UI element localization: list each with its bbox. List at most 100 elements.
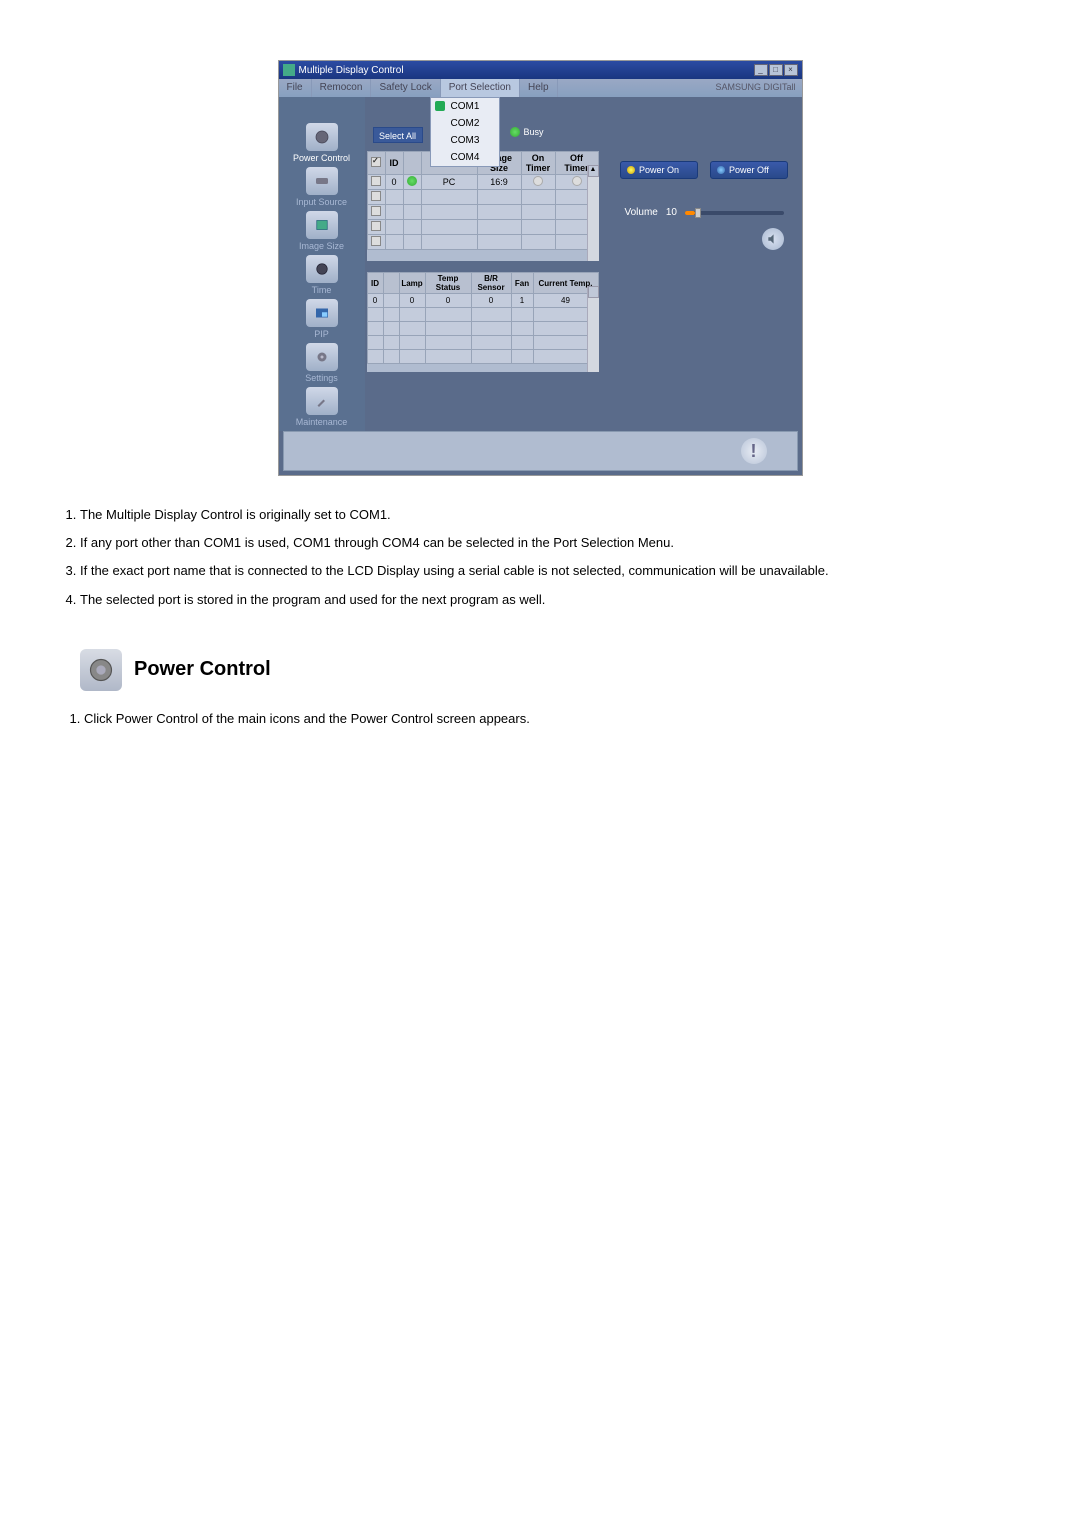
power-control-icon bbox=[80, 649, 122, 691]
sidebar-item-power-control[interactable]: Power Control bbox=[279, 123, 365, 163]
note-item: The Multiple Display Control is original… bbox=[80, 506, 1000, 524]
note-item: If the exact port name that is connected… bbox=[80, 562, 1000, 580]
table-row[interactable] bbox=[367, 350, 598, 364]
scroll-up-button[interactable]: ▲ bbox=[588, 165, 599, 177]
sidebar-item-image-size[interactable]: Image Size bbox=[279, 211, 365, 251]
sidebar-item-input-source[interactable]: Input Source bbox=[279, 167, 365, 207]
sidebar-label: PIP bbox=[314, 329, 329, 339]
grid2-scrollbar[interactable] bbox=[587, 286, 599, 372]
minimize-button[interactable]: _ bbox=[754, 64, 768, 76]
note-item: Click Power Control of the main icons an… bbox=[84, 711, 1000, 726]
pip-icon bbox=[306, 299, 338, 327]
select-all-button[interactable]: Select All bbox=[373, 127, 423, 143]
scroll-up-button[interactable] bbox=[588, 286, 599, 298]
brand-label: SAMSUNG DIGITall bbox=[709, 79, 801, 97]
row-checkbox[interactable] bbox=[371, 176, 381, 186]
power-on-icon bbox=[627, 166, 635, 174]
table-row[interactable] bbox=[367, 322, 598, 336]
on-timer-dot bbox=[533, 176, 543, 186]
cell-lamp: 0 bbox=[399, 294, 425, 308]
window-title: Multiple Display Control bbox=[299, 65, 404, 76]
settings-icon bbox=[306, 343, 338, 371]
volume-label: Volume bbox=[625, 207, 658, 218]
power-control-icon bbox=[306, 123, 338, 151]
sidebar-label: Image Size bbox=[299, 241, 344, 251]
busy-indicator: Busy bbox=[510, 127, 544, 137]
col-temp-status: Temp Status bbox=[425, 273, 471, 294]
port-com2[interactable]: COM2 bbox=[431, 115, 499, 132]
maintenance-icon bbox=[306, 387, 338, 415]
window-titlebar: Multiple Display Control _ □ × bbox=[279, 61, 802, 79]
table-row[interactable] bbox=[367, 336, 598, 350]
table-row[interactable] bbox=[367, 190, 598, 205]
cell-image-size: 16:9 bbox=[477, 175, 521, 190]
volume-value: 10 bbox=[666, 207, 677, 218]
sidebar-label: Input Source bbox=[296, 197, 347, 207]
menu-remocon[interactable]: Remocon bbox=[312, 79, 372, 97]
sidebar-item-pip[interactable]: PIP bbox=[279, 299, 365, 339]
time-icon bbox=[306, 255, 338, 283]
status-dot-icon bbox=[407, 176, 417, 186]
port-com4[interactable]: COM4 bbox=[431, 149, 499, 166]
col-lamp: Lamp bbox=[399, 273, 425, 294]
close-button[interactable]: × bbox=[784, 64, 798, 76]
cell-br-sensor: 0 bbox=[471, 294, 511, 308]
table-row[interactable] bbox=[367, 205, 598, 220]
info-bar: ! bbox=[283, 431, 798, 471]
control-panel: Power On Power Off Volume 10 bbox=[615, 161, 794, 250]
sidebar-item-settings[interactable]: Settings bbox=[279, 343, 365, 383]
menu-port-selection[interactable]: Port Selection bbox=[441, 79, 520, 97]
col-fan: Fan bbox=[511, 273, 533, 294]
input-source-icon bbox=[306, 167, 338, 195]
volume-slider[interactable] bbox=[685, 211, 784, 215]
port-com3[interactable]: COM3 bbox=[431, 132, 499, 149]
port-com1[interactable]: COM1 bbox=[431, 98, 499, 115]
info-icon: ! bbox=[741, 438, 767, 464]
menu-safety-lock[interactable]: Safety Lock bbox=[371, 79, 440, 97]
cell-input: PC bbox=[421, 175, 477, 190]
grid1-scrollbar[interactable]: ▲ bbox=[587, 165, 599, 261]
power-on-button[interactable]: Power On bbox=[620, 161, 698, 179]
image-size-icon bbox=[306, 211, 338, 239]
note-item: The selected port is stored in the progr… bbox=[80, 591, 1000, 609]
sidebar-label: Power Control bbox=[293, 153, 350, 163]
cell-fan: 1 bbox=[511, 294, 533, 308]
volume-knob[interactable] bbox=[695, 208, 701, 218]
section-heading: Power Control bbox=[80, 649, 1000, 691]
col-id: ID bbox=[367, 273, 383, 294]
section-title: Power Control bbox=[134, 658, 271, 681]
speaker-icon bbox=[766, 232, 780, 246]
table-row[interactable]: 0 PC 16:9 bbox=[367, 175, 598, 190]
app-screenshot: Multiple Display Control _ □ × File Remo… bbox=[278, 60, 803, 476]
table-row[interactable] bbox=[367, 235, 598, 250]
sidebar-item-time[interactable]: Time bbox=[279, 255, 365, 295]
cell-temp-status: 0 bbox=[425, 294, 471, 308]
maximize-button[interactable]: □ bbox=[769, 64, 783, 76]
table-row[interactable]: 0 0 0 0 1 49 bbox=[367, 294, 598, 308]
sidebar-label: Maintenance bbox=[296, 417, 348, 427]
table-row[interactable] bbox=[367, 220, 598, 235]
col-on-timer: On Timer bbox=[521, 152, 555, 175]
section-notes-list: Click Power Control of the main icons an… bbox=[84, 711, 1000, 726]
menubar: File Remocon Safety Lock Port Selection … bbox=[279, 79, 802, 97]
table-row[interactable] bbox=[367, 308, 598, 322]
cell-id: 0 bbox=[385, 175, 403, 190]
port-selection-dropdown: COM1 COM2 COM3 COM4 bbox=[430, 97, 500, 167]
status-grid: ID Lamp Temp Status B/R Sensor Fan Curre… bbox=[367, 272, 599, 372]
mute-button[interactable] bbox=[762, 228, 784, 250]
header-checkbox[interactable] bbox=[371, 157, 381, 167]
col-id: ID bbox=[385, 152, 403, 175]
menu-help[interactable]: Help bbox=[520, 79, 558, 97]
display-grid: ID Image Size On Timer Off Timer 0 bbox=[367, 151, 599, 261]
app-icon bbox=[283, 64, 295, 76]
menu-file[interactable]: File bbox=[279, 79, 312, 97]
col-br-sensor: B/R Sensor bbox=[471, 273, 511, 294]
power-off-button[interactable]: Power Off bbox=[710, 161, 788, 179]
sidebar-item-maintenance[interactable]: Maintenance bbox=[279, 387, 365, 427]
notes-list: The Multiple Display Control is original… bbox=[80, 506, 1000, 609]
col-status-icon bbox=[403, 152, 421, 175]
off-timer-dot bbox=[572, 176, 582, 186]
note-item: If any port other than COM1 is used, COM… bbox=[80, 534, 1000, 552]
sidebar-label: Settings bbox=[305, 373, 338, 383]
sidebar-label: Time bbox=[312, 285, 332, 295]
